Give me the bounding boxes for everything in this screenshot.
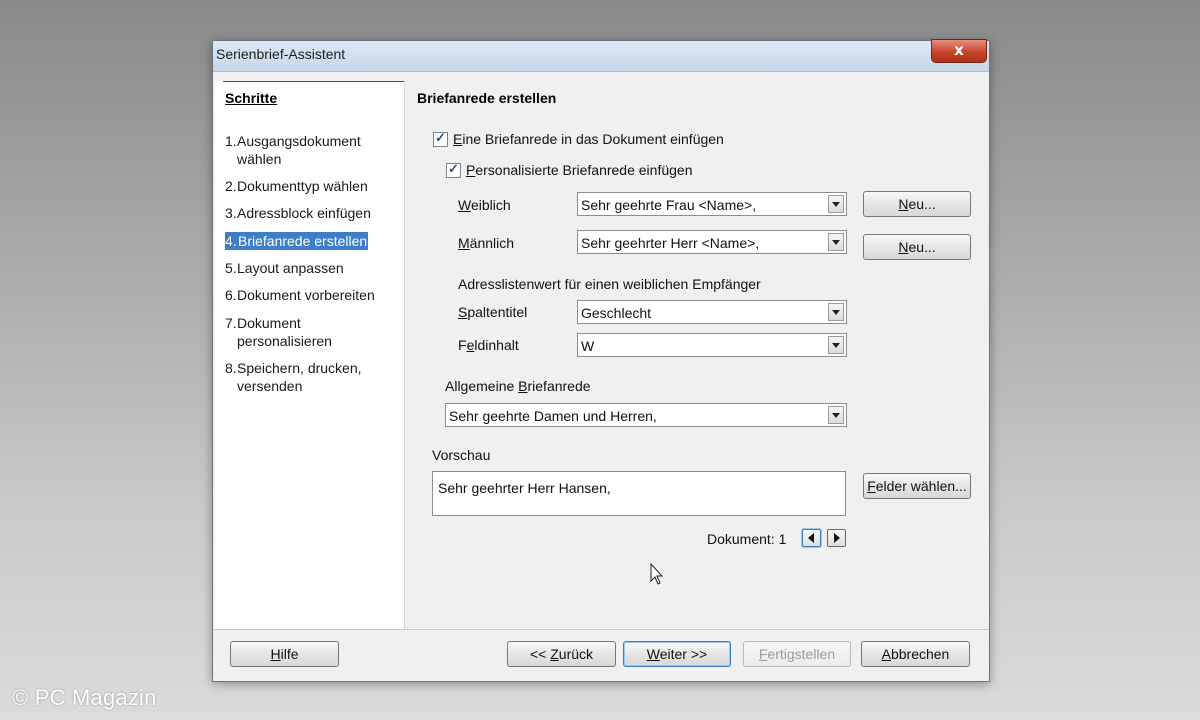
back-button[interactable]: << Zurück xyxy=(507,641,616,667)
triangle-left-icon xyxy=(808,533,814,543)
personalized-salutation-checkbox[interactable] xyxy=(446,161,461,178)
finish-button[interactable]: Fertigstellen xyxy=(743,641,851,667)
personalized-salutation-label[interactable]: Personalisierte Briefanrede einfügen xyxy=(466,162,692,178)
field-content-combo[interactable]: W xyxy=(577,333,847,357)
mail-merge-wizard-dialog: Serienbrief-Assistent x Schritte 1.Ausga… xyxy=(212,39,990,682)
insert-salutation-checkbox[interactable] xyxy=(433,130,448,147)
cancel-button[interactable]: Abbrechen xyxy=(861,641,970,667)
male-label: Männlich xyxy=(458,235,515,251)
male-salutation-combo[interactable]: Sehr geehrter Herr <Name>, xyxy=(577,230,847,254)
new-male-button[interactable]: Neu... xyxy=(863,234,971,260)
watermark: © PC Magazin xyxy=(12,685,157,710)
next-button[interactable]: Weiter >> xyxy=(623,641,731,667)
field-content-value: W xyxy=(581,338,595,354)
select-fields-button[interactable]: Felder wählen... xyxy=(863,473,971,499)
previous-document-button[interactable] xyxy=(802,529,821,547)
chevron-down-icon[interactable] xyxy=(828,195,844,213)
new-female-button[interactable]: Neu... xyxy=(863,191,971,217)
general-salutation-value: Sehr geehrte Damen und Herren, xyxy=(449,408,657,424)
triangle-right-icon xyxy=(834,533,840,543)
column-title-label: Spaltentitel xyxy=(458,304,528,320)
chevron-down-icon[interactable] xyxy=(828,233,844,251)
chevron-down-icon[interactable] xyxy=(828,406,844,424)
chevron-down-icon[interactable] xyxy=(828,303,844,321)
address-list-caption: Adresslistenwert für einen weiblichen Em… xyxy=(458,276,761,292)
preview-box: Sehr geehrter Herr Hansen, xyxy=(432,471,846,516)
female-salutation-value: Sehr geehrte Frau <Name>, xyxy=(581,197,757,213)
field-content-label: Feldinhalt xyxy=(458,337,519,353)
document-number-label: Dokument: 1 xyxy=(707,531,787,547)
chevron-down-icon[interactable] xyxy=(828,336,844,354)
male-salutation-value: Sehr geehrter Herr <Name>, xyxy=(581,235,760,251)
female-label: Weiblich xyxy=(458,197,511,213)
preview-value: Sehr geehrter Herr Hansen, xyxy=(438,480,611,496)
footer-divider xyxy=(213,629,989,630)
mouse-pointer-icon xyxy=(650,563,664,585)
page-title: Briefanrede erstellen xyxy=(417,90,557,106)
general-salutation-label: Allgemeine Briefanrede xyxy=(445,378,591,394)
next-document-button[interactable] xyxy=(827,529,846,547)
insert-salutation-label[interactable]: Eine Briefanrede in das Dokument einfüge… xyxy=(453,131,724,147)
general-salutation-combo[interactable]: Sehr geehrte Damen und Herren, xyxy=(445,403,847,427)
column-title-value: Geschlecht xyxy=(581,305,652,321)
column-title-combo[interactable]: Geschlecht xyxy=(577,300,847,324)
main-content: Briefanrede erstellen Eine Briefanrede i… xyxy=(213,41,989,641)
female-salutation-combo[interactable]: Sehr geehrte Frau <Name>, xyxy=(577,192,847,216)
help-button[interactable]: Hilfe xyxy=(230,641,339,667)
preview-label: Vorschau xyxy=(432,447,491,463)
